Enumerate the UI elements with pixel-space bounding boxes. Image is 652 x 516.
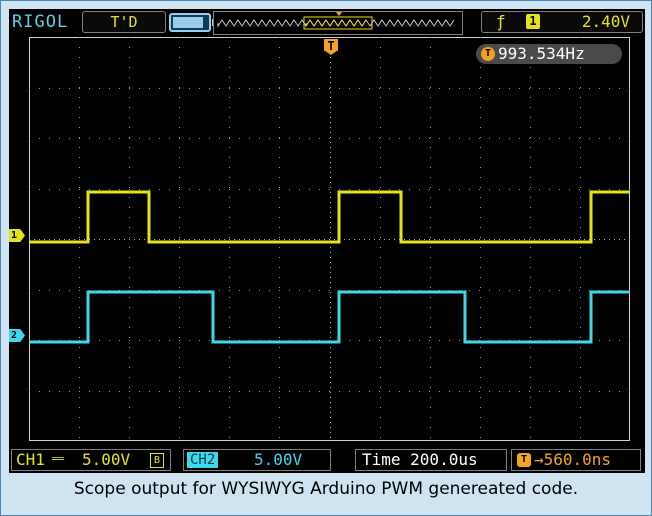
oscilloscope-screen: RIGOL T'D ƒ 1 2.40V T T 993.534Hz 1 2 CH… — [9, 9, 645, 473]
dc-coupling-icon: ══ — [52, 454, 65, 465]
graticule — [29, 37, 630, 441]
ch2-trace — [29, 290, 630, 344]
trigger-status: T'D — [82, 11, 166, 33]
trigger-offset-icon: T — [517, 453, 531, 467]
frequency-readout: T 993.534Hz — [476, 44, 622, 64]
ch2-label: CH2 — [187, 452, 219, 468]
figure-caption: Scope output for WYSIWYG Arduino PWM gen… — [73, 479, 579, 499]
figure-frame: RIGOL T'D ƒ 1 2.40V T T 993.534Hz 1 2 CH… — [0, 0, 652, 516]
battery-icon — [169, 13, 215, 32]
trigger-offset-value: →560.0ns — [534, 450, 612, 469]
trigger-source: 1 — [526, 14, 540, 29]
ch1-scale: 5.00V — [82, 450, 131, 469]
brand-logo: RIGOL — [12, 12, 69, 32]
ch2-ground-marker-icon: 2 — [9, 329, 25, 342]
waveform-grid — [29, 37, 630, 441]
trigger-frequency-icon: T — [481, 47, 495, 61]
frequency-value: 993.534Hz — [498, 44, 585, 63]
timebase-settings[interactable]: Time 200.0us — [355, 449, 507, 471]
memory-waveform-icon — [217, 12, 455, 30]
trigger-offset-settings[interactable]: T →560.0ns — [511, 449, 641, 471]
ch1-ground-marker-icon: 1 — [9, 229, 25, 242]
bandwidth-limit-icon: B — [150, 453, 164, 468]
trigger-settings[interactable]: ƒ 1 2.40V — [481, 11, 643, 33]
status-bar: RIGOL T'D ƒ 1 2.40V — [9, 9, 645, 37]
ch1-label: CH1 — [16, 450, 45, 469]
ch2-settings[interactable]: CH2 5.00V — [183, 449, 331, 471]
timebase-value: Time 200.0us — [362, 450, 478, 469]
ch1-trace — [29, 190, 630, 244]
rising-edge-icon: ƒ — [496, 12, 506, 31]
memory-depth-indicator — [213, 11, 463, 35]
channel-status-bar: CH1 ══ 5.00V B CH2 5.00V Time 200.0us T … — [9, 447, 645, 473]
ch1-settings[interactable]: CH1 ══ 5.00V B — [11, 449, 171, 471]
trigger-level: 2.40V — [581, 12, 630, 31]
ch2-scale: 5.00V — [254, 450, 303, 469]
